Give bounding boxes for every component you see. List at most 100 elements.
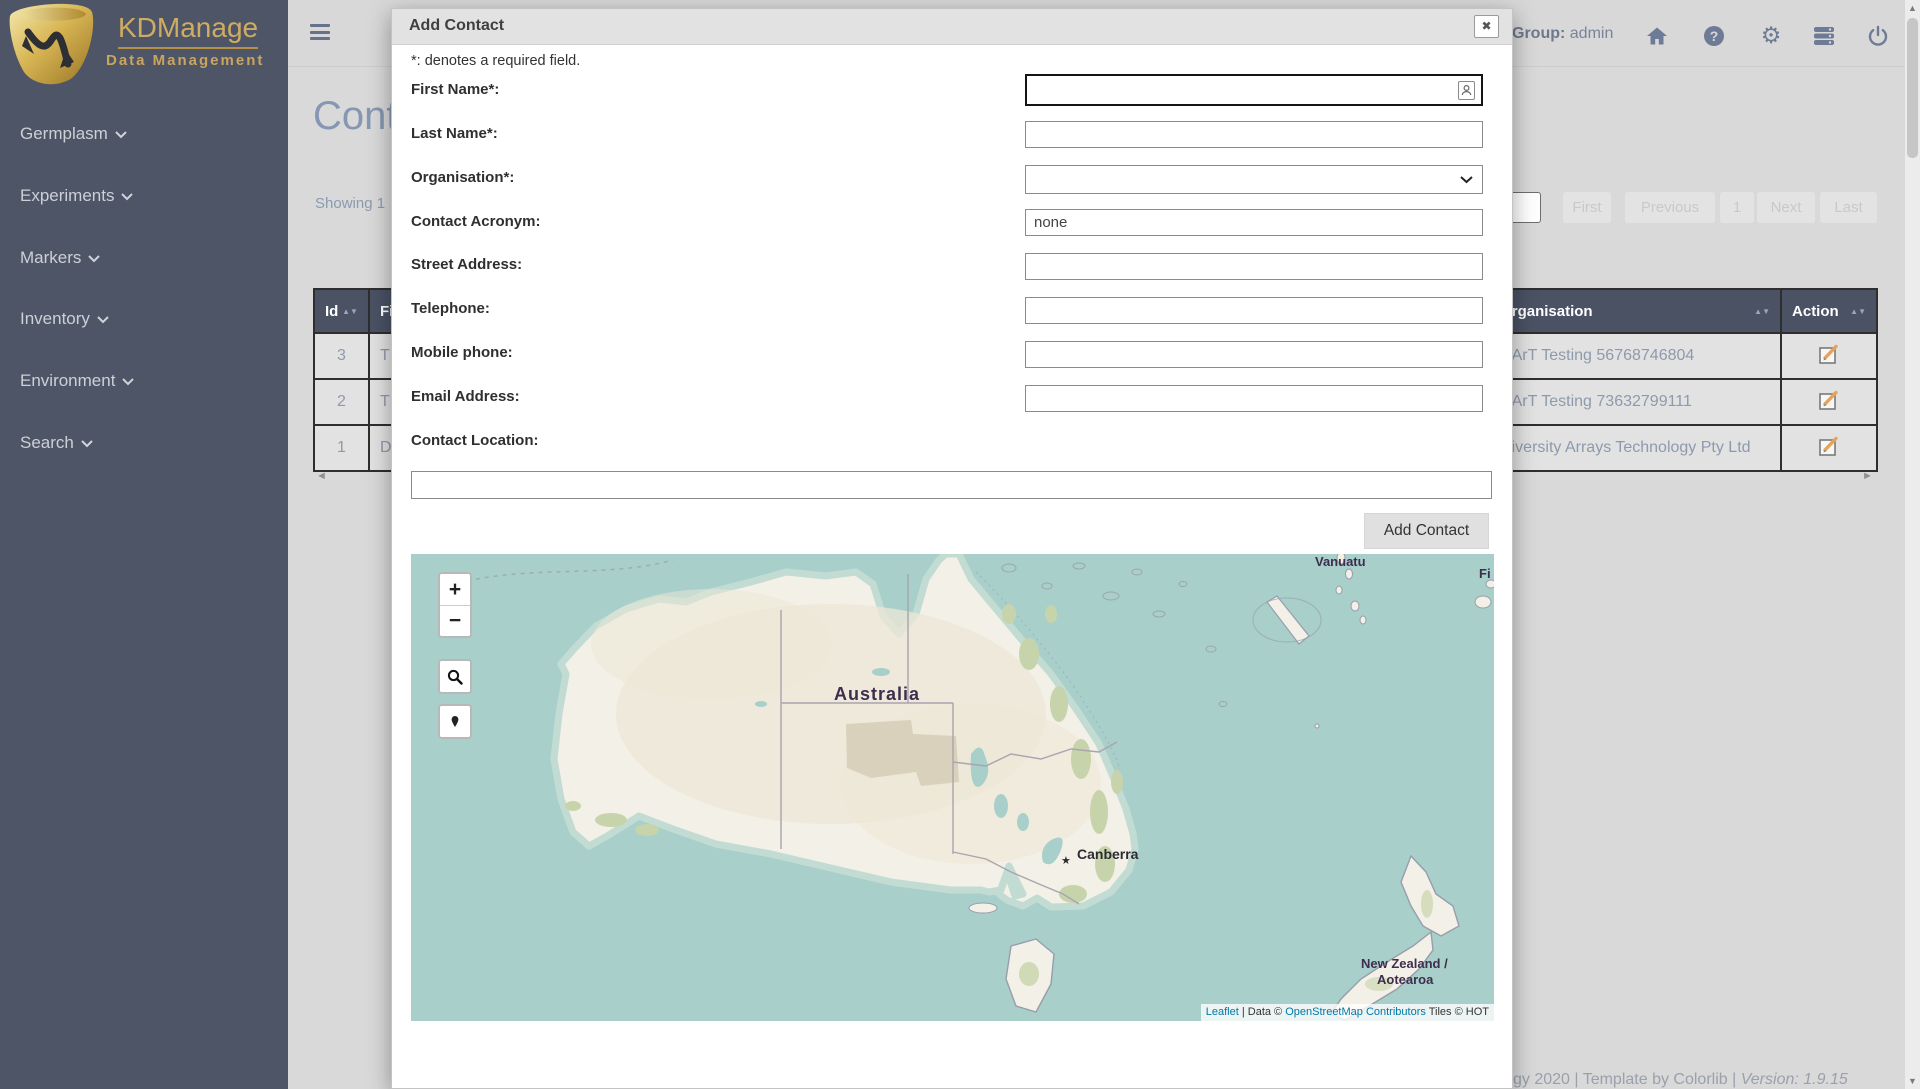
add-contact-submit-button[interactable]: Add Contact xyxy=(1364,513,1489,549)
column-header-organisation[interactable]: Organisation▲▼ xyxy=(1489,289,1781,333)
column-header-action[interactable]: Action▲▼ xyxy=(1781,289,1877,333)
pagination-page-button[interactable]: 1 xyxy=(1720,192,1754,223)
street-address-input[interactable] xyxy=(1025,253,1483,280)
map-search-control xyxy=(438,659,472,694)
organisation-select[interactable] xyxy=(1025,165,1483,194)
logo-subtitle: Data Management xyxy=(106,52,264,69)
pagination-previous-button[interactable]: Previous xyxy=(1625,192,1715,223)
sort-icon[interactable]: ▲▼ xyxy=(342,308,358,315)
pagination-last-button[interactable]: Last xyxy=(1820,192,1877,223)
sidebar: KDManage Data Management Germplasm Exper… xyxy=(0,0,288,1089)
map-label-vanuatu: Vanuatu xyxy=(1315,554,1366,569)
cell-id: 2 xyxy=(314,379,369,425)
sidebar-item-germplasm[interactable]: Germplasm xyxy=(20,124,127,144)
screen: KDManage Data Management Germplasm Exper… xyxy=(0,0,1920,1089)
svg-text:?: ? xyxy=(1710,28,1719,44)
email-address-label: Email Address: xyxy=(411,388,520,405)
dialog-title: Add Contact xyxy=(409,17,504,35)
close-icon[interactable]: ✖ xyxy=(1474,15,1499,38)
home-icon[interactable] xyxy=(1645,24,1669,48)
cell-id: 1 xyxy=(314,425,369,471)
contact-location-label: Contact Location: xyxy=(411,432,539,449)
edit-icon[interactable] xyxy=(1817,434,1841,458)
footer-text: gy 2020 | Template by Colorlib | Version… xyxy=(1513,1071,1848,1089)
first-name-field-focused xyxy=(1025,74,1483,106)
map-label-nz-2: Aotearoa xyxy=(1377,972,1434,987)
required-field-note: *: denotes a required field. xyxy=(411,53,580,69)
power-icon[interactable] xyxy=(1866,24,1890,48)
cell-action xyxy=(1781,333,1877,379)
contact-acronym-label: Contact Acronym: xyxy=(411,213,540,230)
group-value: admin xyxy=(1570,25,1614,42)
zoom-out-button[interactable]: − xyxy=(440,605,470,636)
dialog-titlebar[interactable]: Add Contact ✖ xyxy=(392,9,1512,45)
settings-gear-icon[interactable]: ⚙ xyxy=(1759,24,1783,48)
sidebar-item-label: Germplasm xyxy=(20,124,108,144)
map-attribution: Leaflet | Data © OpenStreetMap Contribut… xyxy=(1201,1004,1494,1021)
first-name-input[interactable] xyxy=(1027,76,1481,104)
chevron-down-icon xyxy=(115,131,127,139)
leaflet-link[interactable]: Leaflet xyxy=(1206,1006,1239,1018)
sidebar-item-inventory[interactable]: Inventory xyxy=(20,309,109,329)
mobile-phone-label: Mobile phone: xyxy=(411,344,513,361)
marker-pin-icon[interactable] xyxy=(440,706,470,737)
sidebar-item-search[interactable]: Search xyxy=(20,433,93,453)
contact-autofill-icon[interactable] xyxy=(1458,81,1475,100)
map-canvas: Australia Canberra ★ New Zealand / Aotea… xyxy=(411,554,1494,1021)
group-indicator: Group: admin xyxy=(1512,25,1613,43)
help-icon[interactable]: ? xyxy=(1702,24,1726,48)
database-icon[interactable] xyxy=(1812,24,1836,48)
cell-organisation: DArT Testing 73632799111 xyxy=(1489,379,1781,425)
cell-id: 3 xyxy=(314,333,369,379)
email-address-input[interactable] xyxy=(1025,385,1483,412)
zoom-control: + − xyxy=(438,572,472,638)
contact-location-input[interactable] xyxy=(411,471,1492,499)
last-name-input[interactable] xyxy=(1025,121,1483,148)
sidebar-item-label: Inventory xyxy=(20,309,90,329)
scrollbar-thumb[interactable] xyxy=(1907,18,1918,158)
map-label-canberra: Canberra xyxy=(1077,846,1139,862)
cell-action xyxy=(1781,379,1877,425)
sidebar-item-label: Search xyxy=(20,433,74,453)
telephone-input[interactable] xyxy=(1025,297,1483,324)
telephone-label: Telephone: xyxy=(411,300,490,317)
leaflet-map[interactable]: Australia Canberra ★ New Zealand / Aotea… xyxy=(411,554,1494,1021)
app-logo[interactable]: KDManage Data Management xyxy=(0,0,288,86)
chevron-down-icon xyxy=(122,378,134,386)
edit-icon[interactable] xyxy=(1817,342,1841,366)
sidebar-item-experiments[interactable]: Experiments xyxy=(20,186,133,206)
map-label-fiji: Fi xyxy=(1479,566,1491,581)
chevron-down-icon xyxy=(81,440,93,448)
chevron-down-icon xyxy=(88,255,100,263)
add-contact-dialog: Add Contact ✖ *: denotes a required fiel… xyxy=(391,8,1513,1089)
showing-entries-text: Showing 1 xyxy=(315,195,385,212)
sort-icon[interactable]: ▲▼ xyxy=(1850,308,1866,315)
osm-link[interactable]: OpenStreetMap Contributors xyxy=(1285,1006,1426,1018)
map-label-nz-1: New Zealand / xyxy=(1361,956,1448,971)
cell-action xyxy=(1781,425,1877,471)
mobile-phone-input[interactable] xyxy=(1025,341,1483,368)
logo-title: KDManage xyxy=(118,12,258,49)
first-name-label: First Name*: xyxy=(411,81,499,98)
edit-icon[interactable] xyxy=(1817,388,1841,412)
organisation-label: Organisation*: xyxy=(411,169,514,186)
sidebar-item-markers[interactable]: Markers xyxy=(20,248,100,268)
last-name-label: Last Name*: xyxy=(411,125,498,142)
scroll-down-icon[interactable]: ▼ xyxy=(1905,1073,1920,1089)
footer-version: Version: 1.9.15 xyxy=(1741,1071,1848,1088)
map-marker-control xyxy=(438,704,472,739)
contact-acronym-input[interactable] xyxy=(1025,209,1483,236)
page-scrollbar[interactable]: ▲ ▼ xyxy=(1905,0,1920,1089)
sort-icon[interactable]: ▲▼ xyxy=(1754,308,1770,315)
pagination-first-button[interactable]: First xyxy=(1563,192,1611,223)
sidebar-item-label: Markers xyxy=(20,248,81,268)
sidebar-item-label: Environment xyxy=(20,371,115,391)
search-icon[interactable] xyxy=(440,661,470,692)
pagination-next-button[interactable]: Next xyxy=(1757,192,1815,223)
sidebar-item-environment[interactable]: Environment xyxy=(20,371,134,391)
zoom-in-button[interactable]: + xyxy=(440,574,470,605)
map-label-australia: Australia xyxy=(834,684,920,704)
menu-toggle-icon[interactable] xyxy=(310,24,330,40)
column-header-id[interactable]: Id▲▼ xyxy=(314,289,369,333)
scroll-up-icon[interactable]: ▲ xyxy=(1905,0,1920,16)
